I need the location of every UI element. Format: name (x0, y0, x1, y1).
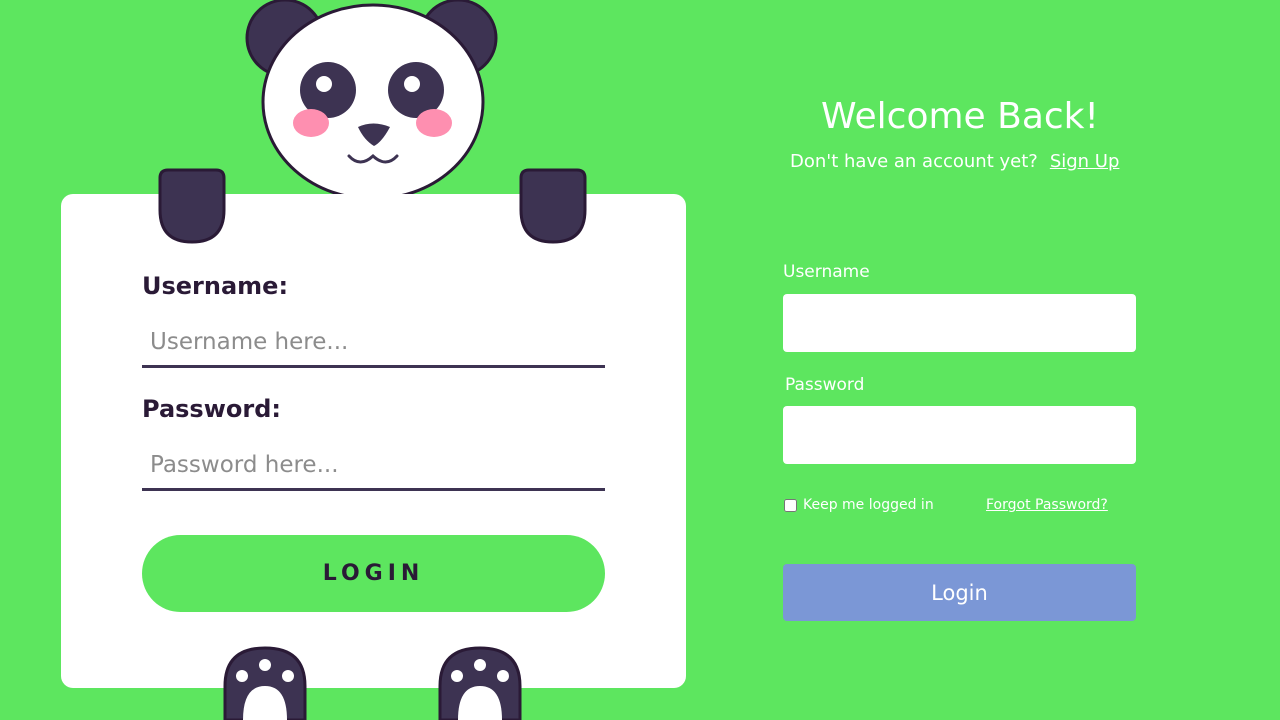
signup-link[interactable]: Sign Up (1050, 151, 1120, 172)
login-button[interactable]: Login (783, 564, 1136, 621)
remember-me-checkbox[interactable] (784, 498, 797, 512)
panda-blush-right (416, 109, 452, 137)
password-input[interactable] (783, 406, 1136, 464)
panda-password-label: Password: (142, 395, 281, 423)
signup-row: Don't have an account yet? Sign Up (790, 151, 1119, 172)
panda-head (261, 3, 485, 201)
welcome-title: Welcome Back! (821, 96, 1099, 137)
password-label: Password (785, 375, 865, 395)
username-label: Username (783, 262, 870, 282)
panda-blush-left (293, 109, 329, 137)
signup-prompt: Don't have an account yet? (790, 151, 1038, 172)
forgot-password-link[interactable]: Forgot Password? (986, 497, 1108, 513)
panda-username-input[interactable] (142, 318, 605, 368)
username-input[interactable] (783, 294, 1136, 352)
panda-password-input[interactable] (142, 441, 605, 491)
remember-me-label: Keep me logged in (803, 497, 934, 513)
remember-me[interactable]: Keep me logged in (784, 497, 934, 513)
panda-login-button[interactable]: LOGIN (142, 535, 605, 612)
panda-username-label: Username: (142, 272, 289, 300)
